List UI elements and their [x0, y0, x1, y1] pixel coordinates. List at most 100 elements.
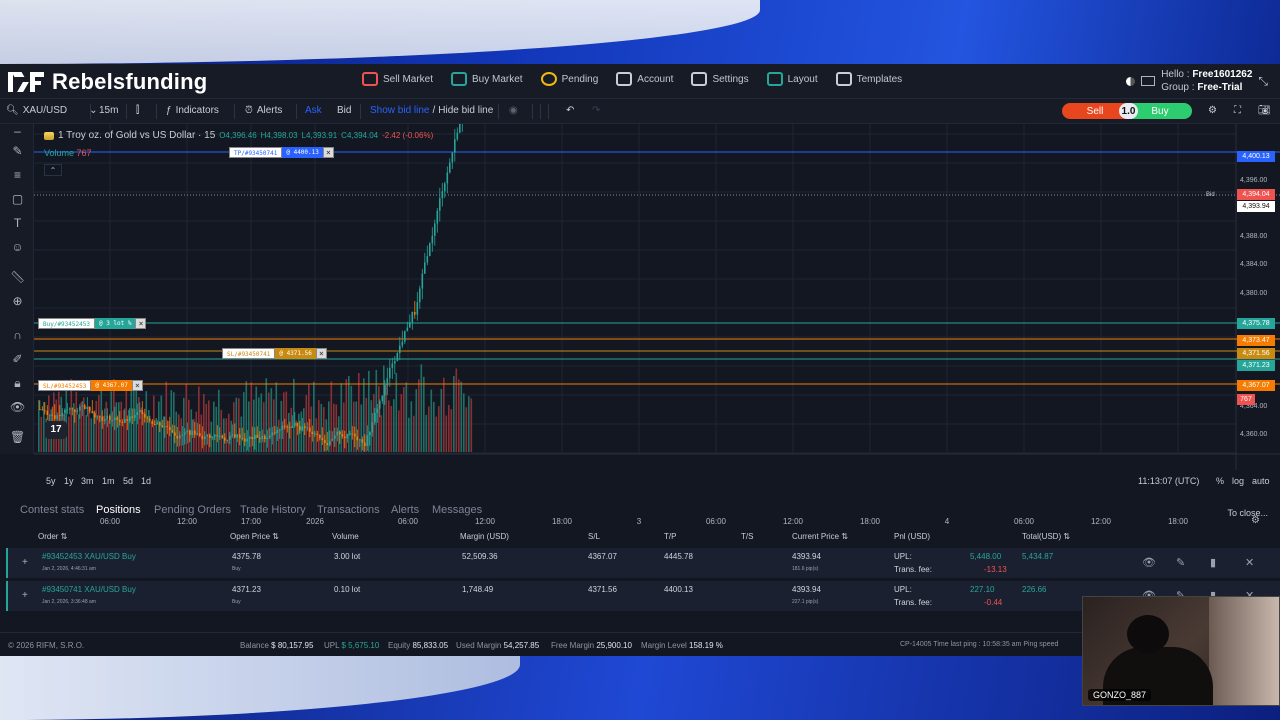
mail-icon[interactable]	[1141, 76, 1156, 86]
trendline-icon[interactable]: ✎	[10, 144, 25, 159]
tp-order-tag[interactable]: TP/#93450741 @ 4400.13 ×	[229, 147, 334, 158]
close-icon[interactable]: ×	[131, 380, 143, 391]
bid-toggle[interactable]: Bid	[337, 105, 351, 116]
expand-row-icon[interactable]: +	[22, 557, 28, 568]
lock-icon[interactable]: 🔒︎	[10, 376, 25, 391]
emoji-icon[interactable]: ☺	[10, 240, 25, 255]
col-current-price[interactable]: Current Price ⇅	[792, 532, 848, 541]
theme-toggle-icon[interactable]	[1126, 76, 1136, 86]
to-close-link[interactable]: To close...	[1227, 508, 1268, 518]
hide-bid-line-link[interactable]: Hide bid line	[438, 105, 493, 116]
volume-bar	[340, 383, 343, 452]
upl-value: 227.10	[970, 585, 995, 594]
sl-order-tag-2[interactable]: SL/#93452453 @ 4367.07 ×	[38, 380, 143, 391]
sl-order-tag-1[interactable]: SL/#93450741 @ 4371.56 ×	[222, 348, 327, 359]
volume-bar	[228, 413, 230, 452]
symbol-search[interactable]: 🔍︎ XAU/USD ⌄	[6, 105, 98, 116]
eye-icon[interactable]: 👁︎	[1142, 556, 1156, 569]
candle-body	[71, 408, 74, 410]
edit-icon[interactable]: ✎	[1176, 556, 1185, 569]
expand-row-icon[interactable]: +	[22, 590, 28, 601]
logo-mark-icon	[6, 70, 48, 94]
tradingview-logo[interactable]: 17	[45, 421, 67, 439]
price-tag: 4,371.23	[1237, 360, 1275, 371]
buy-order-tag[interactable]: Buy/#93452453 @ 3 lot % ×	[38, 318, 147, 329]
indicators-button[interactable]: ƒ Indicators	[166, 105, 219, 116]
visibility-icon[interactable]: 👁︎	[10, 400, 25, 415]
interval-selector[interactable]: 15m	[99, 105, 118, 116]
volume-bar	[128, 409, 130, 452]
percent-toggle[interactable]: %	[1216, 476, 1224, 486]
settings-icon[interactable]: ⚙︎	[1208, 105, 1217, 116]
close-position-icon[interactable]: ✕	[1245, 556, 1254, 569]
nav-buy-market[interactable]: Buy Market	[451, 72, 523, 86]
range-1m[interactable]: 1m	[102, 476, 115, 486]
take-profit[interactable]: 4445.78	[664, 552, 693, 561]
fib-icon[interactable]: ≡	[10, 168, 25, 183]
range-3m[interactable]: 3m	[81, 476, 94, 486]
eye-icon[interactable]: ◉	[509, 105, 518, 116]
range-1d[interactable]: 1d	[141, 476, 151, 486]
close-icon[interactable]: ×	[135, 318, 147, 329]
used-margin-value: 54,257.85	[503, 641, 540, 650]
nav-pending[interactable]: Pending	[540, 72, 598, 86]
indicators-icon: ƒ	[166, 105, 172, 116]
tab-trade-history[interactable]: Trade History	[240, 504, 306, 516]
tab-contest-stats[interactable]: Contest stats	[20, 504, 84, 516]
volume-bar	[250, 382, 253, 452]
tab-transactions[interactable]: Transactions	[317, 504, 380, 516]
redo-icon[interactable]: ↷	[592, 105, 600, 116]
collapse-legend-button[interactable]: ⌃	[44, 164, 62, 176]
volume-bar	[85, 415, 88, 452]
undo-icon[interactable]: ↶	[566, 105, 574, 116]
nav-sell-market[interactable]: Sell Market	[362, 72, 433, 86]
brand-logo[interactable]: Rebelsfunding	[6, 69, 207, 95]
trash-icon[interactable]: 🗑︎	[10, 430, 25, 445]
col-total[interactable]: Total(USD) ⇅	[1022, 532, 1070, 541]
auto-toggle[interactable]: auto	[1252, 476, 1270, 486]
ruler-icon[interactable]: 📏︎	[10, 270, 25, 285]
range-5d[interactable]: 5d	[123, 476, 133, 486]
lock-drawing-icon[interactable]: ✐	[10, 352, 25, 367]
close-icon[interactable]: ×	[315, 348, 327, 359]
col-open-price[interactable]: Open Price ⇅	[230, 532, 279, 541]
camera-icon[interactable]: 📷︎	[1258, 105, 1271, 116]
show-bid-line-link[interactable]: Show bid line	[370, 105, 429, 116]
text-icon[interactable]: T	[10, 216, 25, 231]
close-icon[interactable]: ×	[322, 147, 334, 158]
nav-settings[interactable]: Settings	[691, 72, 749, 86]
alerts-button[interactable]: ⏰︎ Alerts	[245, 105, 282, 116]
tab-alerts[interactable]: Alerts	[391, 504, 419, 516]
nav-layout[interactable]: Layout	[766, 72, 818, 86]
tab-positions[interactable]: Positions	[96, 504, 141, 516]
quantity-input[interactable]: 1.0	[1119, 103, 1138, 119]
zoom-icon[interactable]: ⊕	[10, 294, 25, 309]
fullscreen-icon[interactable]: ⛶	[1234, 105, 1241, 116]
candle-body	[391, 363, 394, 368]
position-row[interactable]: + #93452453 XAU/USD Buy Jan 2, 2026, 4:46:…	[6, 548, 1280, 578]
price-chart[interactable]	[34, 124, 1280, 470]
rectangle-icon[interactable]: ▢	[10, 192, 25, 207]
magnet-icon[interactable]: ∩	[10, 328, 25, 343]
log-toggle[interactable]: log	[1232, 476, 1244, 486]
candle-type-icon[interactable]: ⫿	[136, 105, 139, 116]
nav-account[interactable]: Account	[616, 72, 673, 86]
range-5y[interactable]: 5y	[46, 476, 56, 486]
order-id[interactable]: #93450741 XAU/USD Buy	[42, 585, 136, 594]
nav-templates[interactable]: Templates	[835, 72, 902, 86]
expand-icon[interactable]: ⤡	[1258, 74, 1268, 88]
range-1y[interactable]: 1y	[64, 476, 74, 486]
upl-value: 5,448.00	[970, 552, 1002, 561]
col-order[interactable]: Order ⇅	[38, 532, 67, 541]
tab-pending-orders[interactable]: Pending Orders	[154, 504, 231, 516]
order-id[interactable]: #93452453 XAU/USD Buy	[42, 552, 136, 561]
stop-loss[interactable]: 4371.56	[588, 585, 617, 594]
volume-bar	[455, 368, 458, 452]
take-profit[interactable]: 4400.13	[664, 585, 693, 594]
chart-icon[interactable]: ▮	[1210, 556, 1216, 569]
utc-clock[interactable]: 11:13:07 (UTC)	[1138, 476, 1199, 486]
tab-messages[interactable]: Messages	[432, 504, 482, 516]
stop-loss[interactable]: 4367.07	[588, 552, 617, 561]
ask-toggle[interactable]: Ask	[305, 105, 322, 116]
menu-icon[interactable]: –	[10, 124, 25, 139]
